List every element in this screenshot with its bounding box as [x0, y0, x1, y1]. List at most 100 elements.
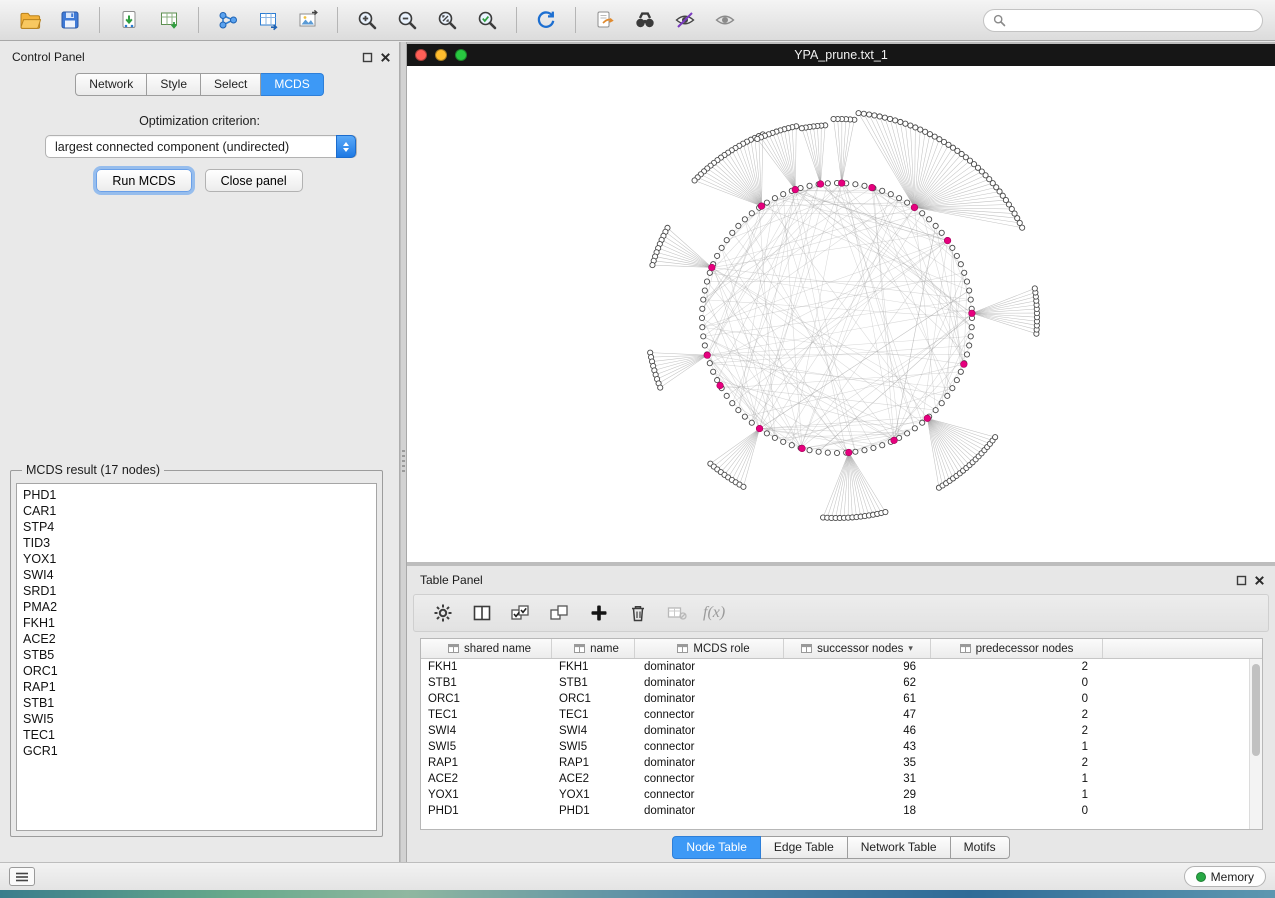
tab-motifs[interactable]: Motifs: [951, 836, 1010, 859]
column-header-successor-nodes[interactable]: successor nodes ▾: [784, 639, 931, 658]
deselect-all-button[interactable]: [547, 600, 573, 626]
table-cell[interactable]: connector: [635, 739, 784, 755]
table-cell[interactable]: 0: [931, 675, 1103, 691]
tab-style[interactable]: Style: [147, 73, 201, 96]
table-row[interactable]: YOX1YOX1connector291: [421, 787, 1262, 803]
table-cell[interactable]: connector: [635, 771, 784, 787]
tab-select[interactable]: Select: [201, 73, 261, 96]
zoom-fit-button[interactable]: [429, 4, 465, 36]
table-cell[interactable]: 96: [784, 659, 931, 675]
table-cell[interactable]: 61: [784, 691, 931, 707]
zoom-in-button[interactable]: [349, 4, 385, 36]
criterion-select[interactable]: largest connected component (undirected): [45, 135, 357, 158]
table-row[interactable]: TEC1TEC1connector472: [421, 707, 1262, 723]
table-cell[interactable]: 43: [784, 739, 931, 755]
mcds-result-item[interactable]: TID3: [23, 535, 370, 551]
table-row[interactable]: STB1STB1dominator620: [421, 675, 1262, 691]
scrollbar-thumb[interactable]: [1252, 664, 1260, 756]
table-cell[interactable]: STB1: [552, 675, 635, 691]
table-cell[interactable]: ACE2: [552, 771, 635, 787]
close-panel-button[interactable]: Close panel: [205, 169, 303, 192]
search-network-button[interactable]: [627, 4, 663, 36]
table-cell[interactable]: 2: [931, 723, 1103, 739]
table-cell[interactable]: FKH1: [421, 659, 552, 675]
import-table-disabled-button[interactable]: [664, 600, 690, 626]
table-settings-button[interactable]: [430, 600, 456, 626]
table-cell[interactable]: RAP1: [421, 755, 552, 771]
table-cell[interactable]: 2: [931, 707, 1103, 723]
table-row[interactable]: RAP1RAP1dominator352: [421, 755, 1262, 771]
show-columns-button[interactable]: [469, 600, 495, 626]
import-network-button[interactable]: [111, 4, 147, 36]
tab-network[interactable]: Network: [75, 73, 147, 96]
export-table-button[interactable]: [250, 4, 286, 36]
column-header-mcds-role[interactable]: MCDS role: [635, 639, 784, 658]
table-cell[interactable]: dominator: [635, 675, 784, 691]
search-box[interactable]: [983, 9, 1263, 32]
column-menu-icon[interactable]: ▾: [908, 643, 913, 654]
table-cell[interactable]: 0: [931, 803, 1103, 819]
table-cell[interactable]: STB1: [421, 675, 552, 691]
window-minimize-button[interactable]: [435, 49, 447, 61]
table-cell[interactable]: TEC1: [421, 707, 552, 723]
column-header-predecessor-nodes[interactable]: predecessor nodes: [931, 639, 1103, 658]
tab-edge-table[interactable]: Edge Table: [761, 836, 848, 859]
mcds-result-item[interactable]: CAR1: [23, 503, 370, 519]
export-image-button[interactable]: [290, 4, 326, 36]
mcds-result-item[interactable]: SWI5: [23, 711, 370, 727]
mcds-result-item[interactable]: PMA2: [23, 599, 370, 615]
mcds-result-item[interactable]: YOX1: [23, 551, 370, 567]
table-cell[interactable]: SWI5: [552, 739, 635, 755]
table-cell[interactable]: 2: [931, 659, 1103, 675]
table-cell[interactable]: dominator: [635, 755, 784, 771]
hide-details-button[interactable]: [667, 4, 703, 36]
table-cell[interactable]: dominator: [635, 659, 784, 675]
table-cell[interactable]: YOX1: [421, 787, 552, 803]
window-close-button[interactable]: [415, 49, 427, 61]
table-row[interactable]: ACE2ACE2connector311: [421, 771, 1262, 787]
table-cell[interactable]: PHD1: [421, 803, 552, 819]
show-details-button[interactable]: [707, 4, 743, 36]
table-cell[interactable]: 1: [931, 771, 1103, 787]
table-cell[interactable]: 29: [784, 787, 931, 803]
mcds-result-item[interactable]: TEC1: [23, 727, 370, 743]
save-session-button[interactable]: [52, 4, 88, 36]
table-cell[interactable]: connector: [635, 787, 784, 803]
table-cell[interactable]: ACE2: [421, 771, 552, 787]
table-cell[interactable]: 18: [784, 803, 931, 819]
tab-node-table[interactable]: Node Table: [672, 836, 761, 859]
table-row[interactable]: SWI5SWI5connector431: [421, 739, 1262, 755]
table-cell[interactable]: RAP1: [552, 755, 635, 771]
copy-network-button[interactable]: [587, 4, 623, 36]
zoom-selected-button[interactable]: [469, 4, 505, 36]
close-panel-icon[interactable]: [380, 52, 391, 63]
float-table-panel-icon[interactable]: [1236, 575, 1247, 586]
table-row[interactable]: FKH1FKH1dominator962: [421, 659, 1262, 675]
table-cell[interactable]: 31: [784, 771, 931, 787]
mcds-result-item[interactable]: STB1: [23, 695, 370, 711]
table-scrollbar[interactable]: [1249, 659, 1262, 829]
table-cell[interactable]: PHD1: [552, 803, 635, 819]
mcds-result-item[interactable]: RAP1: [23, 679, 370, 695]
table-cell[interactable]: dominator: [635, 723, 784, 739]
import-table-button[interactable]: [151, 4, 187, 36]
mcds-result-item[interactable]: SWI4: [23, 567, 370, 583]
table-cell[interactable]: 47: [784, 707, 931, 723]
export-network-button[interactable]: [210, 4, 246, 36]
table-cell[interactable]: SWI4: [552, 723, 635, 739]
table-row[interactable]: PHD1PHD1dominator180: [421, 803, 1262, 819]
mcds-result-item[interactable]: GCR1: [23, 743, 370, 759]
float-panel-icon[interactable]: [362, 52, 373, 63]
mcds-result-item[interactable]: STB5: [23, 647, 370, 663]
table-cell[interactable]: 1: [931, 739, 1103, 755]
table-cell[interactable]: 1: [931, 787, 1103, 803]
zoom-out-button[interactable]: [389, 4, 425, 36]
run-mcds-button[interactable]: Run MCDS: [96, 169, 191, 192]
table-cell[interactable]: ORC1: [552, 691, 635, 707]
mcds-result-item[interactable]: ORC1: [23, 663, 370, 679]
open-session-button[interactable]: [12, 4, 48, 36]
create-column-button[interactable]: [586, 600, 612, 626]
table-cell[interactable]: dominator: [635, 691, 784, 707]
table-cell[interactable]: 35: [784, 755, 931, 771]
table-cell[interactable]: connector: [635, 707, 784, 723]
